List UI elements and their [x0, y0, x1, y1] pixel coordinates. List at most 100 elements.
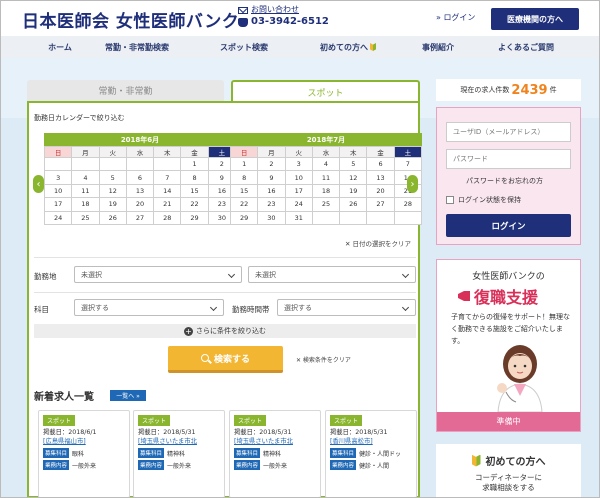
- calendar-day[interactable]: 14: [153, 183, 182, 199]
- calendar-day[interactable]: 3: [284, 156, 313, 172]
- doctor-illustration: [497, 345, 543, 412]
- user-id-input[interactable]: ユーザID（メールアドレス）: [446, 122, 571, 142]
- calendar-day[interactable]: 11: [71, 183, 100, 199]
- weekday-cell: 日: [43, 146, 73, 158]
- forgot-password-link[interactable]: パスワードをお忘れの方: [466, 176, 543, 186]
- calendar-day[interactable]: 12: [339, 170, 368, 185]
- calendar-day[interactable]: 20: [366, 183, 395, 199]
- calendar-day[interactable]: 30: [257, 210, 286, 225]
- login-button[interactable]: ログイン: [446, 214, 571, 237]
- calendar-day[interactable]: 18: [311, 183, 341, 199]
- calendar-day[interactable]: 9: [257, 170, 286, 185]
- calendar-day[interactable]: 20: [125, 197, 155, 212]
- calendar-day[interactable]: 8: [229, 170, 259, 185]
- nav-faq[interactable]: よくあるご質問: [476, 36, 576, 58]
- calendar-day[interactable]: 13: [125, 183, 155, 199]
- job-card[interactable]: スポット 掲載日：2018/5/31 [埼玉県さいたま市北 募集科目 精神科 業務内容 一般…: [133, 410, 225, 498]
- contact-link[interactable]: お問い合わせ: [238, 4, 329, 16]
- calendar-day[interactable]: 7: [393, 156, 423, 172]
- weekday-cell: 木: [339, 146, 368, 158]
- calendar-title: 勤務日カレンダーで絞り込む: [34, 114, 125, 122]
- nav-case-studies[interactable]: 事例紹介: [400, 36, 476, 58]
- calendar-day[interactable]: 6: [366, 156, 395, 172]
- jobs-list-button[interactable]: 一覧へ »: [110, 390, 146, 401]
- job-card[interactable]: スポット 掲載日：2018/5/31 [香川県高松市] 募集科目 健診・人間ドッ 業務内容…: [325, 410, 417, 498]
- password-input[interactable]: パスワード: [446, 149, 571, 169]
- calendar-day[interactable]: 19: [339, 183, 368, 199]
- calendar-day[interactable]: 26: [339, 197, 368, 212]
- time-select[interactable]: 選択する: [277, 299, 416, 316]
- job-card[interactable]: スポット 掲載日：2018/6/1 [広島県福山市] 募集科目 眼科 業務内容 一般外来: [38, 410, 130, 498]
- search-button[interactable]: 検索する: [168, 346, 283, 373]
- tab-fulltime[interactable]: 常勤・非常勤: [27, 80, 224, 101]
- calendar-day[interactable]: 24: [43, 210, 73, 225]
- calendar-day[interactable]: 23: [257, 197, 286, 212]
- calendar-day[interactable]: 1: [229, 156, 259, 172]
- calendar-day[interactable]: 22: [229, 197, 259, 212]
- job-location[interactable]: [埼玉県さいたま市北: [234, 437, 316, 446]
- calendar-day[interactable]: 15: [180, 183, 209, 199]
- institution-button[interactable]: 医療機関の方へ: [491, 8, 579, 30]
- calendar-day[interactable]: 6: [125, 170, 155, 185]
- calendar-day[interactable]: 3: [43, 170, 73, 185]
- calendar-day[interactable]: 5: [339, 156, 368, 172]
- site-logo[interactable]: 日本医師会 女性医師バンク: [22, 7, 239, 32]
- nav-home[interactable]: ホーム: [38, 36, 82, 58]
- calendar-day[interactable]: 10: [43, 183, 73, 199]
- calendar-day[interactable]: 17: [43, 197, 73, 212]
- calendar-day[interactable]: 13: [366, 170, 395, 185]
- header-login-link[interactable]: » ログイン: [436, 12, 475, 23]
- workplace-select-1[interactable]: 未選択: [74, 266, 242, 283]
- calendar-day[interactable]: 1: [180, 156, 209, 172]
- calendar-day[interactable]: 29: [229, 210, 259, 225]
- calendar-day[interactable]: 27: [125, 210, 155, 225]
- calendar-day[interactable]: 25: [311, 197, 341, 212]
- nav-fulltime-search[interactable]: 常勤・非常勤検索: [82, 36, 192, 58]
- workplace-select-2[interactable]: 未選択: [248, 266, 416, 283]
- calendar-day[interactable]: 29: [180, 210, 209, 225]
- calendar-day[interactable]: 16: [257, 183, 286, 199]
- nav-spot-search[interactable]: スポット検索: [192, 36, 296, 58]
- more-conditions-bar[interactable]: + さらに条件を絞り込む: [34, 324, 416, 338]
- calendar-day[interactable]: 18: [71, 197, 100, 212]
- calendar-day[interactable]: 15: [229, 183, 259, 199]
- clear-dates-link[interactable]: ✕ 日付の選択をクリア: [345, 238, 411, 248]
- calendar-day[interactable]: 5: [98, 170, 127, 185]
- dept-select[interactable]: 選択する: [74, 299, 224, 316]
- calendar-day[interactable]: 27: [366, 197, 395, 212]
- calendar-day[interactable]: 28: [393, 197, 423, 212]
- calendar-grid: 日月火水木金土123456789101112131415161718192021…: [229, 146, 423, 225]
- calendar-day[interactable]: 12: [98, 183, 127, 199]
- calendar-day[interactable]: 7: [153, 170, 182, 185]
- calendar-day[interactable]: 19: [98, 197, 127, 212]
- calendar-day[interactable]: 8: [180, 170, 209, 185]
- calendar-next-arrow[interactable]: ›: [407, 175, 418, 193]
- calendar-day[interactable]: 10: [284, 170, 313, 185]
- keep-login-checkbox[interactable]: [446, 196, 454, 204]
- job-count-box: 現在の求人件数 2439 件: [436, 79, 581, 101]
- calendar-day[interactable]: 11: [311, 170, 341, 185]
- weekday-cell: 水: [311, 146, 341, 158]
- calendar-day[interactable]: 26: [98, 210, 127, 225]
- calendar-day[interactable]: 24: [284, 197, 313, 212]
- job-location[interactable]: [広島県福山市]: [43, 437, 125, 446]
- job-card[interactable]: スポット 掲載日：2018/5/31 [埼玉県さいたま市北 募集科目 精神科 業務内容 一般…: [229, 410, 321, 498]
- calendar-day[interactable]: 22: [180, 197, 209, 212]
- job-dept-row: 募集科目 精神科: [234, 448, 316, 458]
- calendar-day[interactable]: 28: [153, 210, 182, 225]
- calendar-day[interactable]: 21: [153, 197, 182, 212]
- tab-spot[interactable]: スポット: [231, 80, 420, 102]
- calendar-day[interactable]: 31: [284, 210, 313, 225]
- calendar-day[interactable]: 4: [71, 170, 100, 185]
- job-location[interactable]: [香川県高松市]: [330, 437, 412, 446]
- clear-conditions-link[interactable]: ✕ 検索条件をクリア: [296, 355, 351, 364]
- job-location[interactable]: [埼玉県さいたま市北: [138, 437, 220, 446]
- keep-login[interactable]: ログイン状態を保持: [446, 195, 521, 205]
- megaphone-icon: [458, 291, 470, 301]
- calendar-day[interactable]: 25: [71, 210, 100, 225]
- calendar-day[interactable]: 17: [284, 183, 313, 199]
- calendar-day[interactable]: 2: [257, 156, 286, 172]
- nav-first-time[interactable]: 初めての方へ: [296, 36, 400, 58]
- calendar-prev-arrow[interactable]: ‹: [33, 175, 44, 193]
- calendar-day[interactable]: 4: [311, 156, 341, 172]
